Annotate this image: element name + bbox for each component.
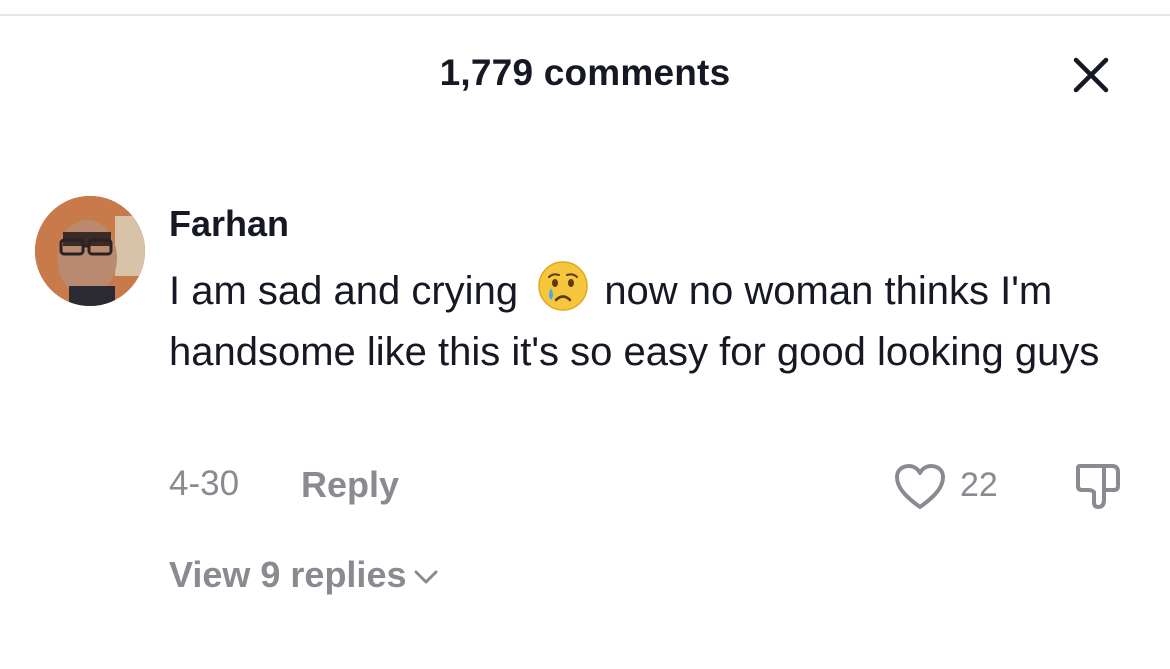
thumbs-down-icon[interactable] — [1072, 460, 1124, 512]
reply-button[interactable]: Reply — [301, 464, 399, 506]
close-icon[interactable] — [1068, 52, 1114, 98]
comment-date: 4-30 — [169, 464, 240, 503]
like-count: 22 — [960, 466, 998, 504]
top-divider — [0, 14, 1170, 16]
heart-icon[interactable] — [893, 462, 947, 512]
view-replies-label: View 9 replies — [169, 554, 407, 595]
chevron-down-icon — [412, 567, 440, 587]
crying-face-emoji — [537, 260, 589, 312]
avatar[interactable] — [35, 196, 145, 306]
comments-count-title: 1,779 comments — [439, 52, 731, 93]
comment-text-part-1: I am sad and crying — [169, 269, 519, 313]
comment-text: I am sad and crying now no woman thinks … — [169, 260, 1129, 383]
comment-username[interactable]: Farhan — [169, 203, 289, 245]
view-replies-button[interactable]: View 9 replies — [169, 554, 440, 596]
